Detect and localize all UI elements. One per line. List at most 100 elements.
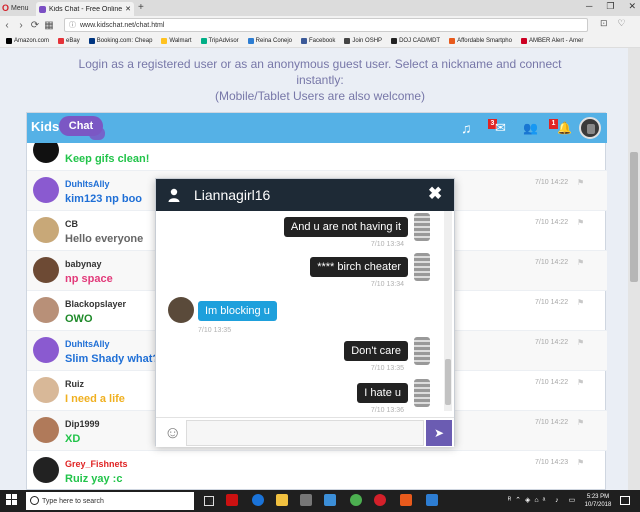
- user-avatar[interactable]: [33, 377, 59, 403]
- chat-message-row[interactable]: Grey_Fishnets Ruiz yay :c 7/10 14:23 ⚑: [27, 451, 607, 490]
- page-scrollbar[interactable]: [628, 48, 640, 490]
- tab-close-icon[interactable]: ✕: [125, 5, 131, 13]
- taskbar-search[interactable]: Type here to search 🎙: [26, 492, 216, 510]
- chat-header: Kids Chat ♫ 3 ✉ 👥 1 🔔: [27, 113, 607, 143]
- bookmark-item[interactable]: Affordable Smartpho: [449, 37, 512, 44]
- browser-menu-button[interactable]: O Menu: [2, 2, 29, 14]
- report-flag-icon[interactable]: ⚑: [577, 338, 584, 347]
- maximize-icon[interactable]: ❐: [606, 1, 614, 12]
- my-pm-avatar: [414, 379, 430, 407]
- browser-tab[interactable]: Kids Chat - Free Online Ch ✕: [36, 2, 134, 16]
- send-button[interactable]: ➤: [426, 420, 452, 446]
- bookmark-label: Affordable Smartpho: [457, 37, 512, 44]
- message-username[interactable]: CB: [65, 219, 78, 229]
- report-flag-icon[interactable]: ⚑: [577, 218, 584, 227]
- pm-scrollbar[interactable]: [444, 211, 452, 411]
- users-icon[interactable]: 👥: [523, 120, 538, 136]
- reload-icon[interactable]: ⟳: [28, 20, 42, 31]
- chat-message-row[interactable]: Keep gifs clean!: [27, 143, 607, 171]
- bookmark-item[interactable]: AMBER Alert - Amer: [521, 37, 583, 44]
- bookmark-item[interactable]: eBay: [58, 37, 80, 44]
- browser-chrome: O Menu Kids Chat - Free Online Ch ✕ + ─ …: [0, 0, 640, 48]
- system-tray-icons[interactable]: ᴿ⌃◈⌂ᵃ ♪ ▭: [508, 496, 579, 504]
- store-icon[interactable]: [300, 494, 312, 506]
- report-flag-icon[interactable]: ⚑: [577, 258, 584, 267]
- task-view-icon[interactable]: [204, 496, 214, 506]
- bookmark-favicon-icon: [6, 37, 12, 44]
- bookmark-item[interactable]: Walmart: [161, 37, 192, 44]
- chrome-icon[interactable]: [350, 494, 362, 506]
- music-icon[interactable]: ♫: [461, 120, 472, 136]
- opera-logo-icon: O: [2, 3, 10, 13]
- mail-icon[interactable]: ✉: [495, 120, 506, 136]
- bookmark-favicon-icon: [391, 37, 398, 44]
- pm-message-time: 7/10 13:34: [370, 281, 404, 288]
- report-flag-icon[interactable]: ⚑: [577, 178, 584, 187]
- message-text: Slim Shady what?: [65, 353, 160, 365]
- bookmark-item[interactable]: Booking.com: Cheap: [88, 37, 152, 44]
- message-username[interactable]: babynay: [65, 259, 102, 269]
- windows-start-icon[interactable]: [6, 494, 18, 506]
- site-info-icon[interactable]: ⓘ: [69, 20, 76, 30]
- heart-icon[interactable]: ♡: [618, 18, 626, 29]
- report-flag-icon[interactable]: ⚑: [577, 378, 584, 387]
- intro-line-1: Login as a registered user or as an anon…: [78, 57, 562, 87]
- bookmark-item[interactable]: Join OSHP: [344, 37, 382, 44]
- url-text: www.kidschat.net/chat.html: [80, 21, 165, 29]
- user-avatar[interactable]: [33, 217, 59, 243]
- back-icon[interactable]: ‹: [0, 20, 14, 31]
- user-icon: [168, 188, 180, 202]
- user-avatar[interactable]: [33, 337, 59, 363]
- word-icon[interactable]: [426, 494, 438, 506]
- pm-scrollbar-thumb[interactable]: [445, 359, 451, 405]
- emoji-icon[interactable]: ☺: [164, 423, 181, 443]
- user-avatar[interactable]: [33, 457, 59, 483]
- bookmark-item[interactable]: TripAdvisor: [200, 37, 239, 44]
- bookmark-item[interactable]: DOJ CAD/MDT: [391, 37, 440, 44]
- clock[interactable]: 5:23 PM 10/7/2018: [580, 493, 616, 509]
- close-window-icon[interactable]: ✕: [628, 1, 636, 12]
- acrobat-icon[interactable]: [226, 494, 238, 506]
- report-flag-icon[interactable]: ⚑: [577, 458, 584, 467]
- mail-app-icon[interactable]: [324, 494, 336, 506]
- app-icon[interactable]: [400, 494, 412, 506]
- pm-conversation[interactable]: And u are not having it 7/10 13:34 **** bi…: [156, 211, 454, 415]
- extension-icon[interactable]: ⊡: [600, 18, 608, 29]
- user-avatar[interactable]: [33, 177, 59, 203]
- bookmark-item[interactable]: Reina Conejo: [247, 37, 292, 44]
- message-time: 7/10 14:22: [535, 179, 569, 186]
- pm-message-bubble: **** birch cheater: [310, 257, 408, 277]
- my-avatar[interactable]: [579, 117, 601, 139]
- close-icon[interactable]: ✖: [428, 184, 442, 204]
- message-username[interactable]: DuhItsAlly: [65, 339, 110, 349]
- message-username[interactable]: Grey_Fishnets: [65, 459, 128, 469]
- address-bar[interactable]: ⓘ www.kidschat.net/chat.html: [64, 18, 588, 32]
- new-tab-button[interactable]: +: [138, 2, 144, 13]
- pm-message-input[interactable]: [186, 420, 424, 446]
- bookmark-item[interactable]: Facebook: [301, 37, 335, 44]
- window-controls: ─ ❐ ✕: [586, 1, 636, 12]
- minimize-icon[interactable]: ─: [586, 1, 592, 12]
- partner-pm-avatar[interactable]: [168, 297, 194, 323]
- opera-taskbar-icon[interactable]: [374, 494, 386, 506]
- user-avatar[interactable]: [33, 143, 59, 163]
- scrollbar-thumb[interactable]: [630, 152, 638, 282]
- message-username[interactable]: DuhItsAlly: [65, 179, 110, 189]
- user-avatar[interactable]: [33, 417, 59, 443]
- bell-icon[interactable]: 🔔: [557, 120, 572, 136]
- message-username[interactable]: Blackopslayer: [65, 299, 126, 309]
- speed-dial-icon[interactable]: ▦: [42, 20, 56, 31]
- notification-icon[interactable]: [620, 496, 630, 505]
- file-explorer-icon[interactable]: [276, 494, 288, 506]
- report-flag-icon[interactable]: ⚑: [577, 298, 584, 307]
- bookmark-item[interactable]: Amazon.com: [6, 37, 49, 44]
- edge-icon[interactable]: [252, 494, 264, 506]
- user-avatar[interactable]: [33, 257, 59, 283]
- forward-icon[interactable]: ›: [14, 20, 28, 31]
- message-username[interactable]: Ruiz: [65, 379, 84, 389]
- pm-message-bubble: Im blocking u: [198, 301, 277, 321]
- message-username[interactable]: Dip1999: [65, 419, 100, 429]
- pm-message-bubble: And u are not having it: [283, 217, 408, 237]
- user-avatar[interactable]: [33, 297, 59, 323]
- report-flag-icon[interactable]: ⚑: [577, 418, 584, 427]
